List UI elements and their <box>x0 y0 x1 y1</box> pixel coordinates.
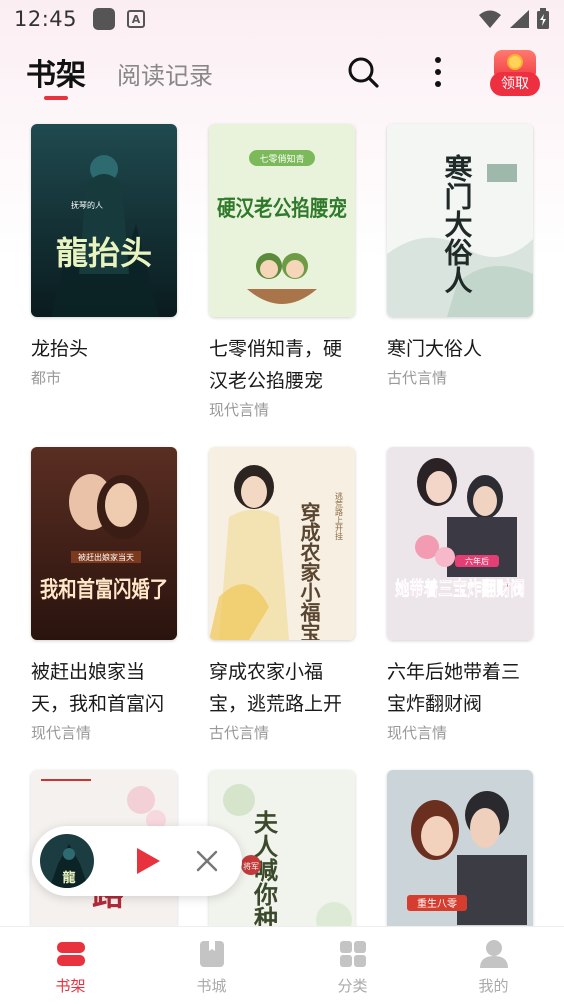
book-cover[interactable]: 被赶出娘家当天 我和首富闪婚了 <box>31 447 177 640</box>
book-genre: 古代言情 <box>387 369 448 387</box>
signal-icon <box>510 10 529 28</box>
book-store-icon <box>199 941 224 967</box>
book-genre: 都市 <box>31 369 62 387</box>
book-cover[interactable]: 六年后 她带着三宝炸翻财阀 <box>387 447 533 640</box>
search-icon[interactable] <box>346 55 380 89</box>
book-title: 龙抬头 <box>31 338 89 360</box>
app-header: 书架 阅读记录 领取 <box>0 44 564 108</box>
cover-subtitle: 抚琴的人 <box>71 200 103 210</box>
book-item[interactable]: 穿成农家小福宝 逃荒路上开挂 穿成农家小福宝，逃荒路上开 古代言情 <box>209 447 357 743</box>
reward-label: 领取 <box>490 72 540 96</box>
book-title: 七零俏知青，硬汉老公掐腰宠 <box>209 338 343 392</box>
book-genre: 现代言情 <box>209 401 270 419</box>
notification-square-icon <box>93 8 116 30</box>
nav-profile[interactable]: 我的 <box>423 927 564 1004</box>
play-icon[interactable] <box>132 846 162 876</box>
category-grid-icon <box>339 941 366 967</box>
mini-audio-player[interactable]: 龍 <box>32 826 242 896</box>
cover-title: 穿成农家小福宝 <box>297 501 321 640</box>
more-vertical-icon[interactable] <box>428 54 448 90</box>
cover-title: 寒门大俗人 <box>441 153 474 294</box>
book-genre: 现代言情 <box>31 724 92 742</box>
cover-title: 龍抬头 <box>56 234 152 272</box>
book-cover[interactable]: 穿成农家小福宝 逃荒路上开挂 <box>209 447 355 640</box>
bookshelf-icon <box>56 942 85 966</box>
bottom-navigation: 书架 书城 分类 我的 <box>0 926 564 1004</box>
book-genre: 古代言情 <box>209 724 270 742</box>
nav-label: 分类 <box>337 977 368 995</box>
book-item[interactable]: 六年后 她带着三宝炸翻财阀 六年后她带着三宝炸翻财阀 现代言情 <box>387 447 535 743</box>
a-badge-icon: A <box>127 10 146 28</box>
cover-subtitle: 逃荒路上开挂 <box>335 491 344 540</box>
cover-subtitle: 七零俏知青 <box>259 153 304 165</box>
book-cover[interactable]: 龍抬头 抚琴的人 <box>31 124 177 317</box>
nav-book-store[interactable]: 书城 <box>141 927 282 1004</box>
battery-icon <box>537 8 549 29</box>
cover-title: 我和首富闪婚了 <box>40 577 168 603</box>
cover-title: 她带着三宝炸翻财阀 <box>395 577 525 600</box>
cover-subtitle: 被赶出娘家当天 <box>78 552 134 562</box>
book-title: 寒门大俗人 <box>387 338 483 360</box>
svg-text:龍: 龍 <box>62 870 75 886</box>
book-cover[interactable]: 寒门大俗人 <box>387 124 533 317</box>
active-tab-indicator <box>44 96 68 100</box>
book-item[interactable]: 龍抬头 抚琴的人 龙抬头 都市 <box>31 124 179 388</box>
nav-bookshelf[interactable]: 书架 <box>0 927 141 1004</box>
cover-subtitle: 六年后 <box>465 556 489 566</box>
close-icon[interactable] <box>195 849 219 873</box>
profile-icon <box>479 940 508 968</box>
book-genre: 现代言情 <box>387 724 448 742</box>
coin-icon <box>507 54 523 70</box>
cover-title: 重生八零 <box>417 897 457 910</box>
reward-button[interactable]: 领取 <box>490 48 540 100</box>
tab-bookshelf[interactable]: 书架 <box>26 50 86 94</box>
nav-category[interactable]: 分类 <box>282 927 423 1004</box>
now-playing-cover[interactable]: 龍 <box>38 832 96 890</box>
wifi-icon <box>479 10 501 28</box>
book-item[interactable]: 被赶出娘家当天 我和首富闪婚了 被赶出娘家当天，我和首富闪 现代言情 <box>31 447 179 743</box>
book-title: 六年后她带着三宝炸翻财阀 <box>387 661 521 715</box>
nav-label: 书城 <box>196 977 227 995</box>
status-time: 12:45 <box>14 7 78 31</box>
tab-reading-history[interactable]: 阅读记录 <box>117 56 213 91</box>
book-item[interactable]: 七零俏知青 硬汉老公掐腰宠 七零俏知青，硬汉老公掐腰宠 现代言情 <box>209 124 357 420</box>
book-cover[interactable]: 七零俏知青 硬汉老公掐腰宠 <box>209 124 355 317</box>
book-title: 穿成农家小福宝，逃荒路上开 <box>209 661 343 715</box>
book-title: 被赶出娘家当天，我和首富闪 <box>31 661 165 715</box>
nav-label: 书架 <box>55 977 86 995</box>
status-bar: 12:45 A <box>0 0 564 38</box>
nav-label: 我的 <box>478 977 509 995</box>
cover-subtitle: 将军 <box>243 861 259 871</box>
cover-title: 硬汉老公掐腰宠 <box>217 196 347 222</box>
book-item[interactable]: 寒门大俗人 寒门大俗人 古代言情 <box>387 124 535 388</box>
